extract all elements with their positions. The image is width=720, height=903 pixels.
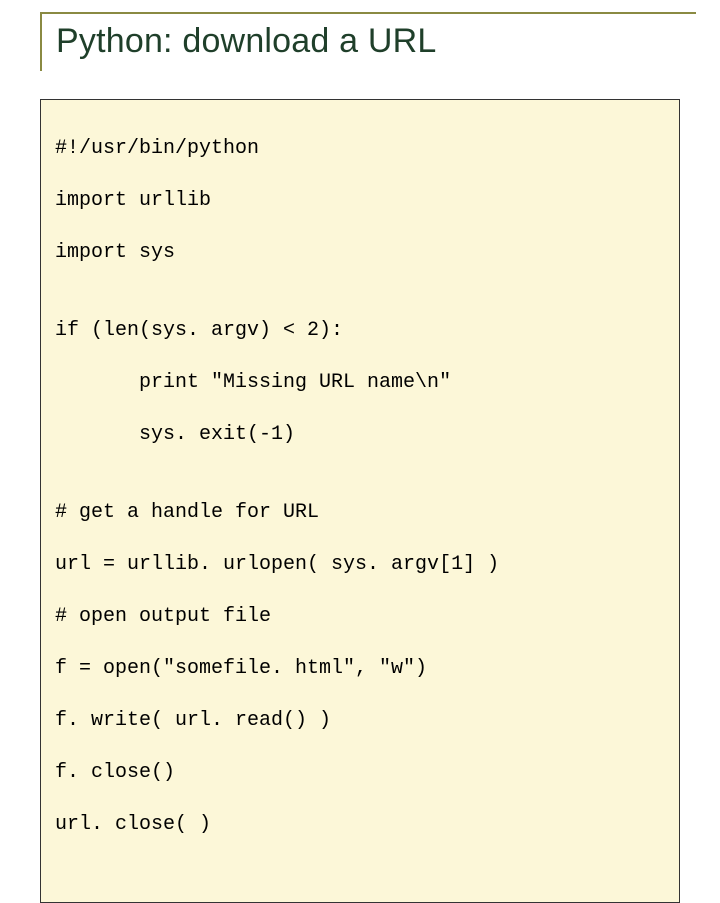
code-line: url = urllib. urlopen( sys. argv[1] )	[55, 552, 665, 578]
code-line: f. write( url. read() )	[55, 708, 665, 734]
code-line: f. close()	[55, 760, 665, 786]
code-line: f = open("somefile. html", "w")	[55, 656, 665, 682]
code-line: # open output file	[55, 604, 665, 630]
code-line: import sys	[55, 240, 665, 266]
code-line: sys. exit(-1)	[55, 422, 665, 448]
slide: Python: download a URL #!/usr/bin/python…	[0, 0, 720, 540]
title-container: Python: download a URL	[40, 12, 696, 71]
code-line: # get a handle for URL	[55, 500, 665, 526]
code-line: #!/usr/bin/python	[55, 136, 665, 162]
code-line: if (len(sys. argv) < 2):	[55, 318, 665, 344]
code-line: url. close( )	[55, 812, 665, 838]
code-line: import urllib	[55, 188, 665, 214]
code-block: #!/usr/bin/python import urllib import s…	[40, 99, 680, 903]
slide-title: Python: download a URL	[56, 22, 696, 61]
code-line: print "Missing URL name\n"	[55, 370, 665, 396]
